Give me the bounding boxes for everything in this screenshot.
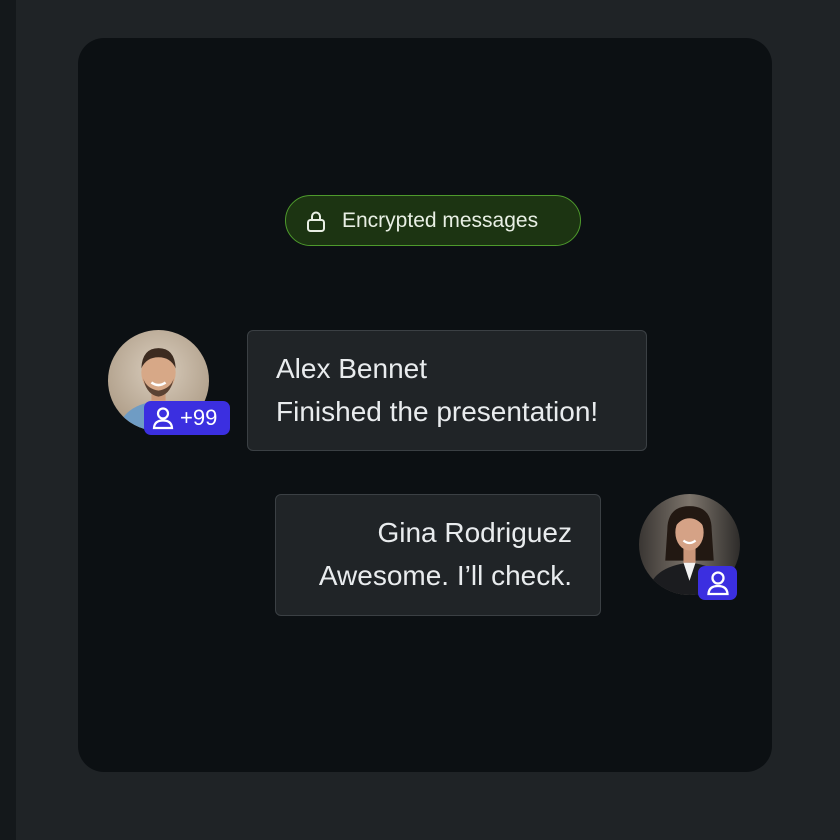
message-text: Awesome. I’ll check. [318, 560, 572, 591]
sender-name: Gina Rodriguez [377, 517, 572, 548]
left-panel-edge [0, 0, 16, 840]
contact-badge [698, 566, 737, 600]
message-text: Finished the presentation! [276, 396, 599, 427]
user-icon [706, 570, 730, 596]
badge-count: +99 [180, 405, 218, 430]
encrypted-messages-label: Encrypted messages [342, 208, 539, 232]
lock-icon [304, 209, 328, 233]
message-bubble[interactable]: Gina Rodriguez Awesome. I’ll check. [275, 494, 601, 616]
group-members-badge: +99 [144, 401, 230, 435]
sender-name: Alex Bennet [276, 353, 427, 384]
user-icon [152, 406, 174, 430]
chat-card: Encrypted messages +99 Alex Bennet Finis… [78, 38, 772, 772]
encrypted-messages-banner: Encrypted messages [285, 195, 581, 246]
message-bubble[interactable]: Alex Bennet Finished the presentation! [247, 330, 647, 451]
